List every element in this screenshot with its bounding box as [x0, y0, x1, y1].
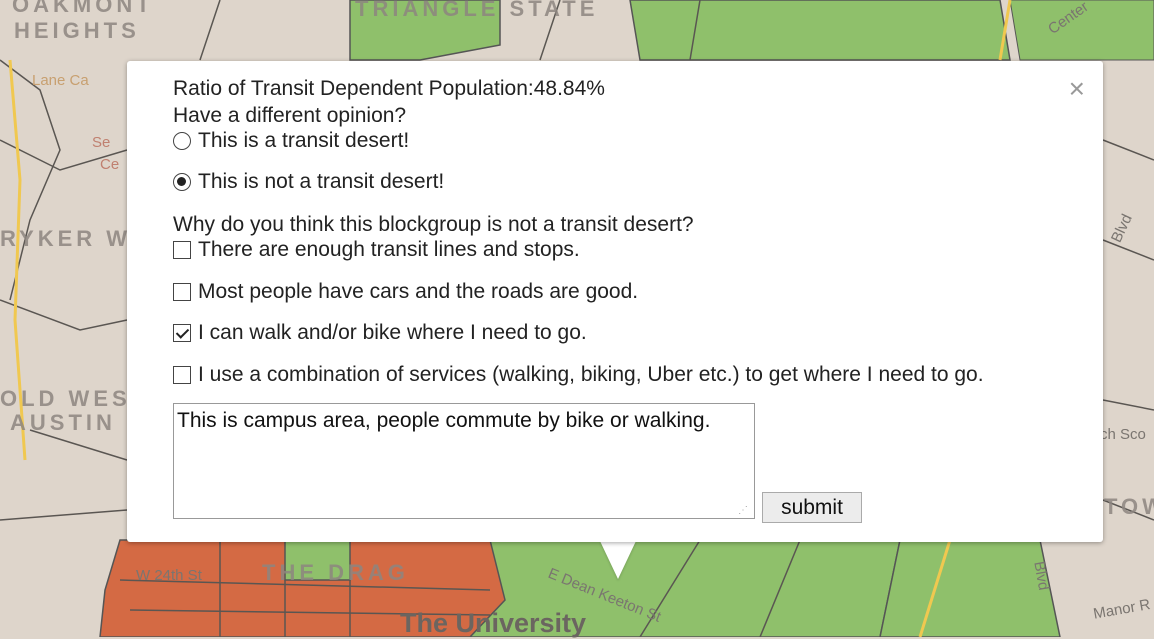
checkbox-checked[interactable]: [173, 324, 191, 342]
checkbox-label: Most people have cars and the roads are …: [198, 280, 639, 303]
radio-option-not-desert[interactable]: This is not a transit desert!: [173, 170, 444, 194]
close-icon[interactable]: ×: [1069, 75, 1085, 103]
reason-question: Why do you think this blockgroup is not …: [173, 213, 694, 236]
radio-label: This is not a transit desert!: [198, 170, 445, 193]
map-label-heights: HEIGHTS: [14, 18, 140, 43]
checkbox-option-transit-lines[interactable]: There are enough transit lines and stops…: [173, 238, 580, 262]
map-region-green: [879, 539, 1061, 637]
checkbox-label: I can walk and/or bike where I need to g…: [198, 321, 587, 344]
radio-option-desert[interactable]: This is a transit desert!: [173, 129, 409, 153]
map-label-lane-ca: Lane Ca: [32, 72, 89, 89]
map-region-green: [629, 0, 1011, 61]
checkbox-option-walk-bike[interactable]: I can walk and/or bike where I need to g…: [173, 321, 587, 345]
map-label-ch-sco: ch Sco: [1100, 426, 1146, 443]
checkbox-option-cars-roads[interactable]: Most people have cars and the roads are …: [173, 280, 638, 304]
transit-survey-popup: × Ratio of Transit Dependent Population:…: [127, 61, 1103, 542]
map-label-tow: TOW: [1104, 494, 1154, 519]
comment-textarea[interactable]: This is campus area, people commute by b…: [173, 403, 755, 519]
radio-button-checked[interactable]: [173, 173, 191, 191]
map-label-university: The University: [400, 608, 587, 638]
checkbox-label: I use a combination of services (walking…: [198, 363, 984, 386]
map-label-austin: AUSTIN: [10, 410, 116, 435]
opinion-prompt: Have a different opinion?: [173, 104, 407, 127]
popup-tail: [600, 541, 636, 579]
checkbox-label: There are enough transit lines and stops…: [198, 238, 580, 261]
checkbox[interactable]: [173, 241, 191, 259]
transit-ratio-text: Ratio of Transit Dependent Population:48…: [173, 77, 605, 100]
map-label-ryker: RYKER W: [0, 226, 132, 251]
checkbox[interactable]: [173, 366, 191, 384]
checkbox[interactable]: [173, 283, 191, 301]
map-label-old-west: OLD WES: [0, 386, 131, 411]
map-region-green: [1103, 130, 1154, 430]
radio-button[interactable]: [173, 132, 191, 150]
map-label-triangle-state: TRIANGLE STATE: [355, 0, 599, 21]
map-label-w24th: W 24th St: [136, 567, 202, 584]
resize-grip-icon[interactable]: ⋰: [738, 505, 748, 516]
map-label-oakmont: OAKMONT: [12, 0, 154, 17]
checkbox-option-combination[interactable]: I use a combination of services (walking…: [173, 363, 984, 387]
submit-button[interactable]: submit: [762, 492, 862, 523]
map-label-the-drag: THE DRAG: [262, 560, 409, 585]
map-label-ce: Ce: [100, 156, 120, 173]
radio-label: This is a transit desert!: [198, 129, 410, 152]
map-label-se: Se: [92, 134, 111, 151]
